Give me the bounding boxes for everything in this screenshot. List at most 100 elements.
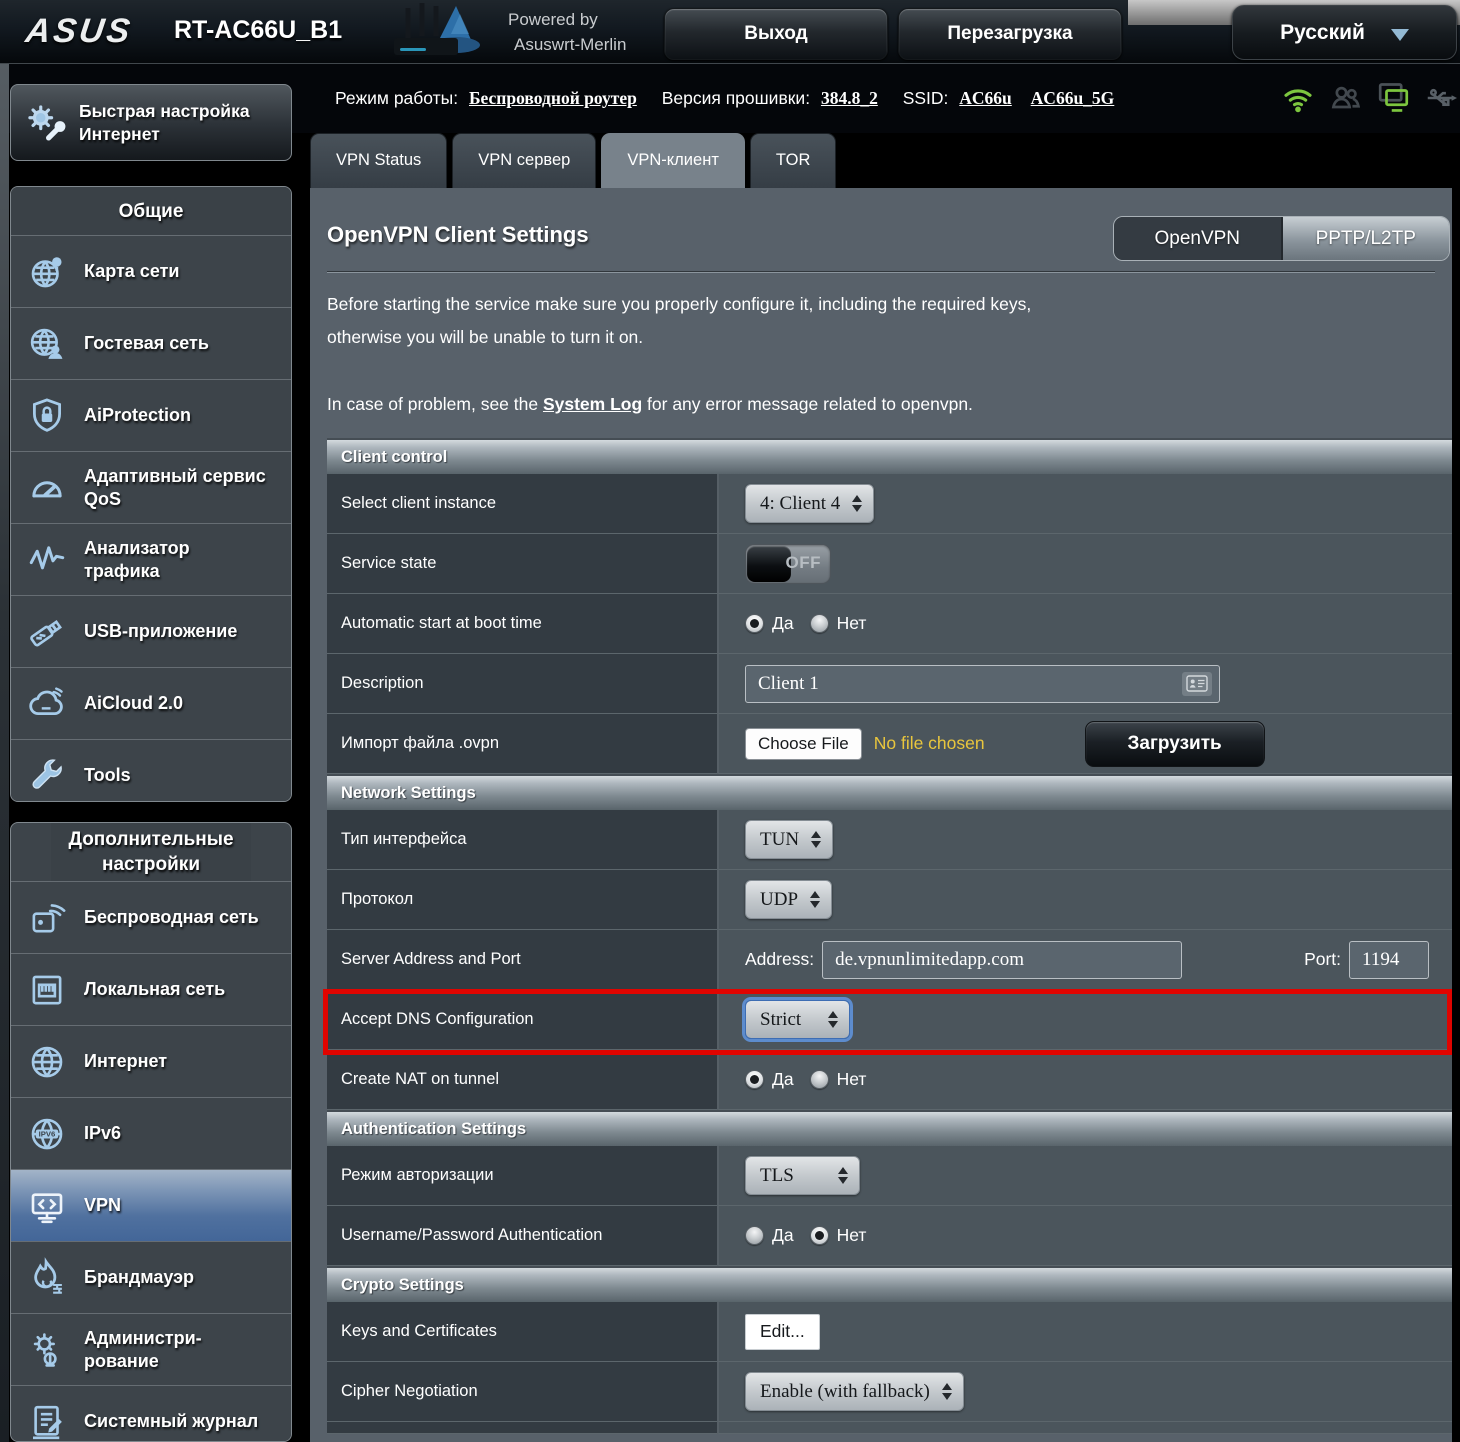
- firewall-icon: [24, 1255, 70, 1301]
- upload-button[interactable]: Загрузить: [1085, 721, 1265, 767]
- logout-button[interactable]: Выход: [664, 8, 888, 60]
- client-instance-select[interactable]: 4: Client 4: [745, 484, 874, 523]
- auth-mode-select[interactable]: TLS: [745, 1156, 860, 1195]
- toggle-off-label: OFF: [786, 553, 822, 573]
- sidebar-item-label: Беспроводная сеть: [84, 906, 259, 929]
- vpn-icon: [24, 1183, 70, 1229]
- userpass-yes-radio[interactable]: [745, 1226, 764, 1245]
- sidebar-item-guest-network[interactable]: Гостевая сеть: [11, 307, 291, 379]
- system-log-link[interactable]: System Log: [543, 394, 642, 414]
- sidebar-item-wan[interactable]: Интернет: [11, 1025, 291, 1097]
- ipv6-icon: IPV6: [24, 1111, 70, 1157]
- ssid-5g-link[interactable]: AC66u_5G: [1031, 88, 1115, 108]
- create-nat-yes-radio[interactable]: [745, 1070, 764, 1089]
- sidebar-item-qos[interactable]: Адаптивный сервис QoS: [11, 451, 291, 523]
- interface-type-select[interactable]: TUN: [745, 820, 833, 859]
- system-log-icon: [24, 1399, 70, 1442]
- wan-icon: [24, 1039, 70, 1085]
- sidebar-item-label: AiProtection: [84, 404, 191, 427]
- sidebar-item-system-log[interactable]: Системный журнал: [11, 1385, 291, 1442]
- accept-dns-select[interactable]: Strict: [745, 1000, 850, 1039]
- language-dropdown[interactable]: Русский: [1232, 5, 1457, 60]
- protocol-select[interactable]: UDP: [745, 880, 832, 919]
- sidebar-item-usb-application[interactable]: USB-приложение: [11, 595, 291, 667]
- router-model-label: RT-AC66U_B1: [174, 16, 342, 45]
- sidebar-item-aiprotection[interactable]: AiProtection: [11, 379, 291, 451]
- radio-label: Да: [772, 1069, 794, 1090]
- section-header-authentication: Authentication Settings: [327, 1110, 1452, 1146]
- monitor-status-icon[interactable]: [1376, 80, 1412, 116]
- clients-icon[interactable]: [1328, 80, 1364, 116]
- router-graphic: [386, 0, 498, 62]
- aiprotection-icon: [24, 393, 70, 439]
- advanced-section-header: Дополнительные настройки: [51, 823, 251, 881]
- wifi-status-icon[interactable]: [1280, 80, 1316, 116]
- sidebar-item-wireless[interactable]: Беспроводная сеть: [11, 881, 291, 953]
- row-label: Description: [327, 654, 717, 714]
- row-keys-certificates: Keys and Certificates Edit...: [327, 1302, 1452, 1362]
- row-label: Импорт файла .ovpn: [327, 714, 717, 774]
- sidebar-item-tools[interactable]: Tools: [11, 739, 291, 802]
- create-nat-no-radio[interactable]: [810, 1070, 829, 1089]
- sidebar-item-label: AiCloud 2.0: [84, 692, 183, 715]
- sidebar-item-firewall[interactable]: Брандмауэр: [11, 1241, 291, 1313]
- usb-status-icon[interactable]: [1424, 80, 1460, 116]
- contact-card-icon[interactable]: [1182, 672, 1212, 696]
- server-address-input[interactable]: [822, 941, 1182, 979]
- tab-vpn-server[interactable]: VPN сервер: [452, 133, 596, 188]
- address-label: Address:: [745, 949, 814, 970]
- sidebar-item-network-map[interactable]: Карта сети: [11, 235, 291, 307]
- pptp-l2tp-tab-button[interactable]: PPTP/L2TP: [1281, 217, 1450, 260]
- vpn-tabs: VPN Status VPN сервер VPN-клиент TOR: [310, 133, 836, 188]
- userpass-no-radio[interactable]: [810, 1226, 829, 1245]
- row-auth-mode: Режим авторизации TLS: [327, 1146, 1452, 1206]
- tab-vpn-status[interactable]: VPN Status: [310, 133, 447, 188]
- select-arrows-icon: [828, 1011, 838, 1028]
- sidebar-item-traffic-analyzer[interactable]: Анализатор трафика: [11, 523, 291, 595]
- sidebar-item-label: VPN: [84, 1194, 121, 1217]
- sidebar-item-label: Администри-рование: [84, 1327, 239, 1373]
- row-label: Service state: [327, 534, 717, 594]
- row-label: Select client instance: [327, 474, 717, 534]
- select-arrows-icon: [810, 891, 820, 908]
- cipher-negotiation-select[interactable]: Enable (with fallback): [745, 1372, 964, 1411]
- guest-network-icon: [24, 321, 70, 367]
- quick-setup-button[interactable]: Быстрая настройка Интернет: [10, 84, 292, 161]
- sidebar-item-label: Системный журнал: [84, 1410, 258, 1433]
- section-header-crypto: Crypto Settings: [327, 1266, 1452, 1302]
- select-arrows-icon: [838, 1167, 848, 1184]
- row-protocol: Протокол UDP: [327, 870, 1452, 930]
- row-create-nat: Create NAT on tunnel Да Нет: [327, 1050, 1452, 1110]
- description-input[interactable]: [745, 665, 1220, 703]
- ssid-24g-link[interactable]: AC66u: [959, 88, 1012, 108]
- sidebar-item-lan[interactable]: Локальная сеть: [11, 953, 291, 1025]
- row-label: Cipher Negotiation: [327, 1362, 717, 1422]
- tab-tor[interactable]: TOR: [750, 133, 837, 188]
- openvpn-tab-button[interactable]: OpenVPN: [1114, 217, 1281, 260]
- sidebar-item-vpn[interactable]: VPN: [11, 1169, 291, 1241]
- sidebar-item-ipv6[interactable]: IPV6 IPv6: [11, 1097, 291, 1169]
- service-state-toggle[interactable]: OFF: [745, 544, 831, 584]
- tab-vpn-client[interactable]: VPN-клиент: [601, 133, 745, 188]
- sidebar-item-label: Локальная сеть: [84, 978, 225, 1001]
- sidebar-item-label: Tools: [84, 764, 131, 787]
- mode-label: Режим работы:: [335, 88, 458, 108]
- vpn-type-switch: OpenVPN PPTP/L2TP: [1113, 216, 1450, 261]
- auto-start-no-radio[interactable]: [810, 614, 829, 633]
- auto-start-yes-radio[interactable]: [745, 614, 764, 633]
- sidebar-item-aicloud[interactable]: AiCloud 2.0: [11, 667, 291, 739]
- firmware-link[interactable]: 384.8_2: [821, 88, 878, 108]
- sidebar-item-administration[interactable]: Администри-рование: [11, 1313, 291, 1385]
- edit-keys-button[interactable]: Edit...: [745, 1314, 820, 1350]
- select-arrows-icon: [942, 1383, 952, 1400]
- choose-file-button[interactable]: Choose File: [745, 728, 862, 760]
- sidebar-item-label: IPv6: [84, 1122, 121, 1145]
- radio-label: Нет: [837, 613, 867, 634]
- sidebar-item-label: Брандмауэр: [84, 1266, 194, 1289]
- firmware-label: Версия прошивки:: [662, 88, 810, 108]
- server-port-input[interactable]: [1349, 941, 1429, 979]
- row-label: Server Address and Port: [327, 930, 717, 990]
- mode-link[interactable]: Беспроводной роутер: [469, 88, 637, 108]
- reboot-button[interactable]: Перезагрузка: [898, 8, 1122, 60]
- row-import-ovpn: Импорт файла .ovpn Choose File No file c…: [327, 714, 1452, 774]
